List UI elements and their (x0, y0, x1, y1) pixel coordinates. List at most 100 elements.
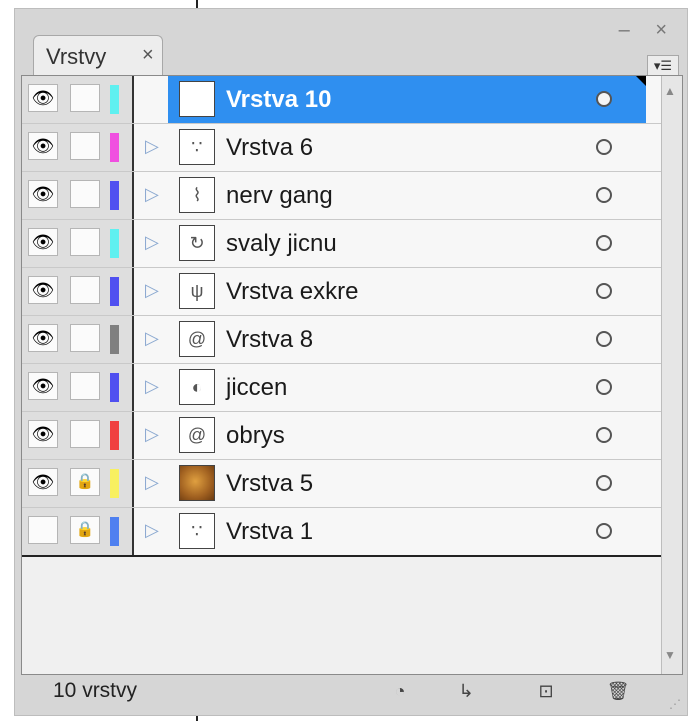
make-clipping-mask-icon[interactable]: ◔ (385, 677, 415, 705)
lock-icon[interactable]: 🔒 (70, 516, 100, 544)
layer-color-swatch (110, 181, 119, 210)
visibility-eye-icon[interactable]: 👁 (28, 420, 58, 448)
visibility-eye-icon[interactable]: 👁 (28, 324, 58, 352)
visibility-eye-icon[interactable]: 👁 (28, 372, 58, 400)
visibility-eye-icon[interactable]: 👁 (28, 84, 58, 112)
layer-toggles: 👁 (22, 76, 134, 123)
layer-toggles: 👁 🔒 (22, 460, 134, 507)
create-sublayer-icon[interactable]: ↳ (451, 677, 481, 705)
visibility-eye-icon[interactable]: 👁 (28, 132, 58, 160)
visibility-eye-icon[interactable] (28, 516, 58, 544)
layer-thumbnail: @ (179, 417, 215, 453)
target-circle-icon[interactable] (596, 379, 612, 395)
layer-thumbnail: ◐ (179, 369, 215, 405)
expand-triangle-icon[interactable]: ▷ (145, 136, 159, 157)
visibility-eye-icon[interactable]: 👁 (28, 228, 58, 256)
layer-name: Vrstva 5 (226, 470, 314, 497)
expand-triangle-icon[interactable]: ▷ (145, 376, 159, 397)
resize-grip-icon[interactable]: ⋰ (669, 697, 681, 711)
layer-name-area[interactable]: ∵ Vrstva 6 (168, 124, 646, 171)
lock-icon[interactable] (70, 84, 100, 112)
expand-triangle-icon[interactable]: ▷ (145, 424, 159, 445)
close-icon[interactable]: × (142, 44, 154, 67)
layer-name-area[interactable]: @ obrys (168, 412, 646, 459)
layer-thumbnail: ↻ (179, 225, 215, 261)
layers-panel: – × Vrstvy × ▾☰ 👁 Vrstva 10 👁 ▷ ∵ Vrstva 6 👁 ▷ ⌇… (14, 8, 688, 716)
layer-name: jiccen (226, 374, 288, 401)
layer-row[interactable]: 🔒 ▷ ∵ Vrstva 1 (22, 508, 662, 557)
target-circle-icon[interactable] (596, 523, 612, 539)
target-circle-icon[interactable] (596, 139, 612, 155)
target-circle-icon[interactable] (596, 475, 612, 491)
visibility-eye-icon[interactable]: 👁 (28, 180, 58, 208)
layer-name: nerv gang (226, 182, 333, 209)
layer-rows: 👁 Vrstva 10 👁 ▷ ∵ Vrstva 6 👁 ▷ ⌇ nerv gang 👁 ▷ ↻ sval… (22, 76, 662, 557)
layer-thumbnail: @ (179, 321, 215, 357)
lock-icon[interactable] (70, 372, 100, 400)
scroll-up-icon[interactable]: ▲ (664, 84, 676, 98)
target-circle-icon[interactable] (596, 91, 612, 107)
lock-icon[interactable] (70, 420, 100, 448)
layer-name-area[interactable]: Vrstva 10 (168, 76, 646, 123)
tab-label: Vrstvy (46, 44, 107, 69)
expand-triangle-icon[interactable]: ▷ (145, 232, 159, 253)
layer-color-swatch (110, 325, 119, 354)
target-circle-icon[interactable] (596, 427, 612, 443)
expand-triangle-icon[interactable]: ▷ (145, 280, 159, 301)
layer-row[interactable]: 👁 ▷ ψ Vrstva exkre (22, 268, 662, 316)
visibility-eye-icon[interactable]: 👁 (28, 468, 58, 496)
layer-row[interactable]: 👁 ▷ ↻ svaly jicnu (22, 220, 662, 268)
layer-toggles: 👁 (22, 172, 134, 219)
lock-icon[interactable]: 🔒 (70, 468, 100, 496)
layer-name-area[interactable]: Vrstva 5 (168, 460, 646, 507)
layer-toggles: 👁 (22, 364, 134, 411)
layer-row[interactable]: 👁 ▷ ⌇ nerv gang (22, 172, 662, 220)
layer-name: Vrstva 8 (226, 326, 314, 353)
layer-toggles: 👁 (22, 268, 134, 315)
layer-name: Vrstva 6 (226, 134, 314, 161)
expand-triangle-icon[interactable]: ▷ (145, 520, 159, 541)
lock-icon[interactable] (70, 132, 100, 160)
lock-icon[interactable] (70, 228, 100, 256)
target-circle-icon[interactable] (596, 235, 612, 251)
expand-triangle-icon[interactable]: ▷ (145, 184, 159, 205)
layer-name-area[interactable]: ↻ svaly jicnu (168, 220, 646, 267)
layer-toggles: 👁 (22, 316, 134, 363)
layer-toggles: 👁 (22, 412, 134, 459)
new-layer-icon[interactable]: ⊡ (531, 677, 561, 705)
tab-vrstvy[interactable]: Vrstvy × (33, 35, 163, 77)
target-circle-icon[interactable] (596, 187, 612, 203)
expand-triangle-icon[interactable]: ▷ (145, 328, 159, 349)
layer-thumbnail (179, 81, 215, 117)
layer-name-area[interactable]: @ Vrstva 8 (168, 316, 646, 363)
layer-color-swatch (110, 85, 119, 114)
layer-toggles: 👁 (22, 220, 134, 267)
layer-row[interactable]: 👁 🔒 ▷ Vrstva 5 (22, 460, 662, 508)
lock-icon[interactable] (70, 276, 100, 304)
scrollbar[interactable]: ▲ ▼ (661, 76, 682, 674)
expand-triangle-icon[interactable]: ▷ (145, 472, 159, 493)
layer-name-area[interactable]: ψ Vrstva exkre (168, 268, 646, 315)
layer-row[interactable]: 👁 Vrstva 10 (22, 76, 662, 124)
layer-row[interactable]: 👁 ▷ ◐ jiccen (22, 364, 662, 412)
visibility-eye-icon[interactable]: 👁 (28, 276, 58, 304)
layer-color-swatch (110, 277, 119, 306)
layer-name: Vrstva 1 (226, 518, 314, 545)
layer-name-area[interactable]: ⌇ nerv gang (168, 172, 646, 219)
layer-row[interactable]: 👁 ▷ ∵ Vrstva 6 (22, 124, 662, 172)
layer-thumbnail: ∵ (179, 513, 215, 549)
layer-name: Vrstva 10 (226, 86, 332, 113)
lock-icon[interactable] (70, 324, 100, 352)
target-circle-icon[interactable] (596, 331, 612, 347)
layer-name-area[interactable]: ∵ Vrstva 1 (168, 508, 646, 555)
lock-icon[interactable] (70, 180, 100, 208)
delete-layer-icon[interactable]: 🗑 (603, 677, 633, 705)
layer-row[interactable]: 👁 ▷ @ obrys (22, 412, 662, 460)
window-controls[interactable]: – × (619, 19, 677, 42)
layer-name-area[interactable]: ◐ jiccen (168, 364, 646, 411)
layer-row[interactable]: 👁 ▷ @ Vrstva 8 (22, 316, 662, 364)
layers-list: 👁 Vrstva 10 👁 ▷ ∵ Vrstva 6 👁 ▷ ⌇ nerv gang 👁 ▷ ↻ sval… (21, 75, 683, 675)
layer-color-swatch (110, 469, 119, 498)
scroll-down-icon[interactable]: ▼ (664, 648, 676, 662)
target-circle-icon[interactable] (596, 283, 612, 299)
